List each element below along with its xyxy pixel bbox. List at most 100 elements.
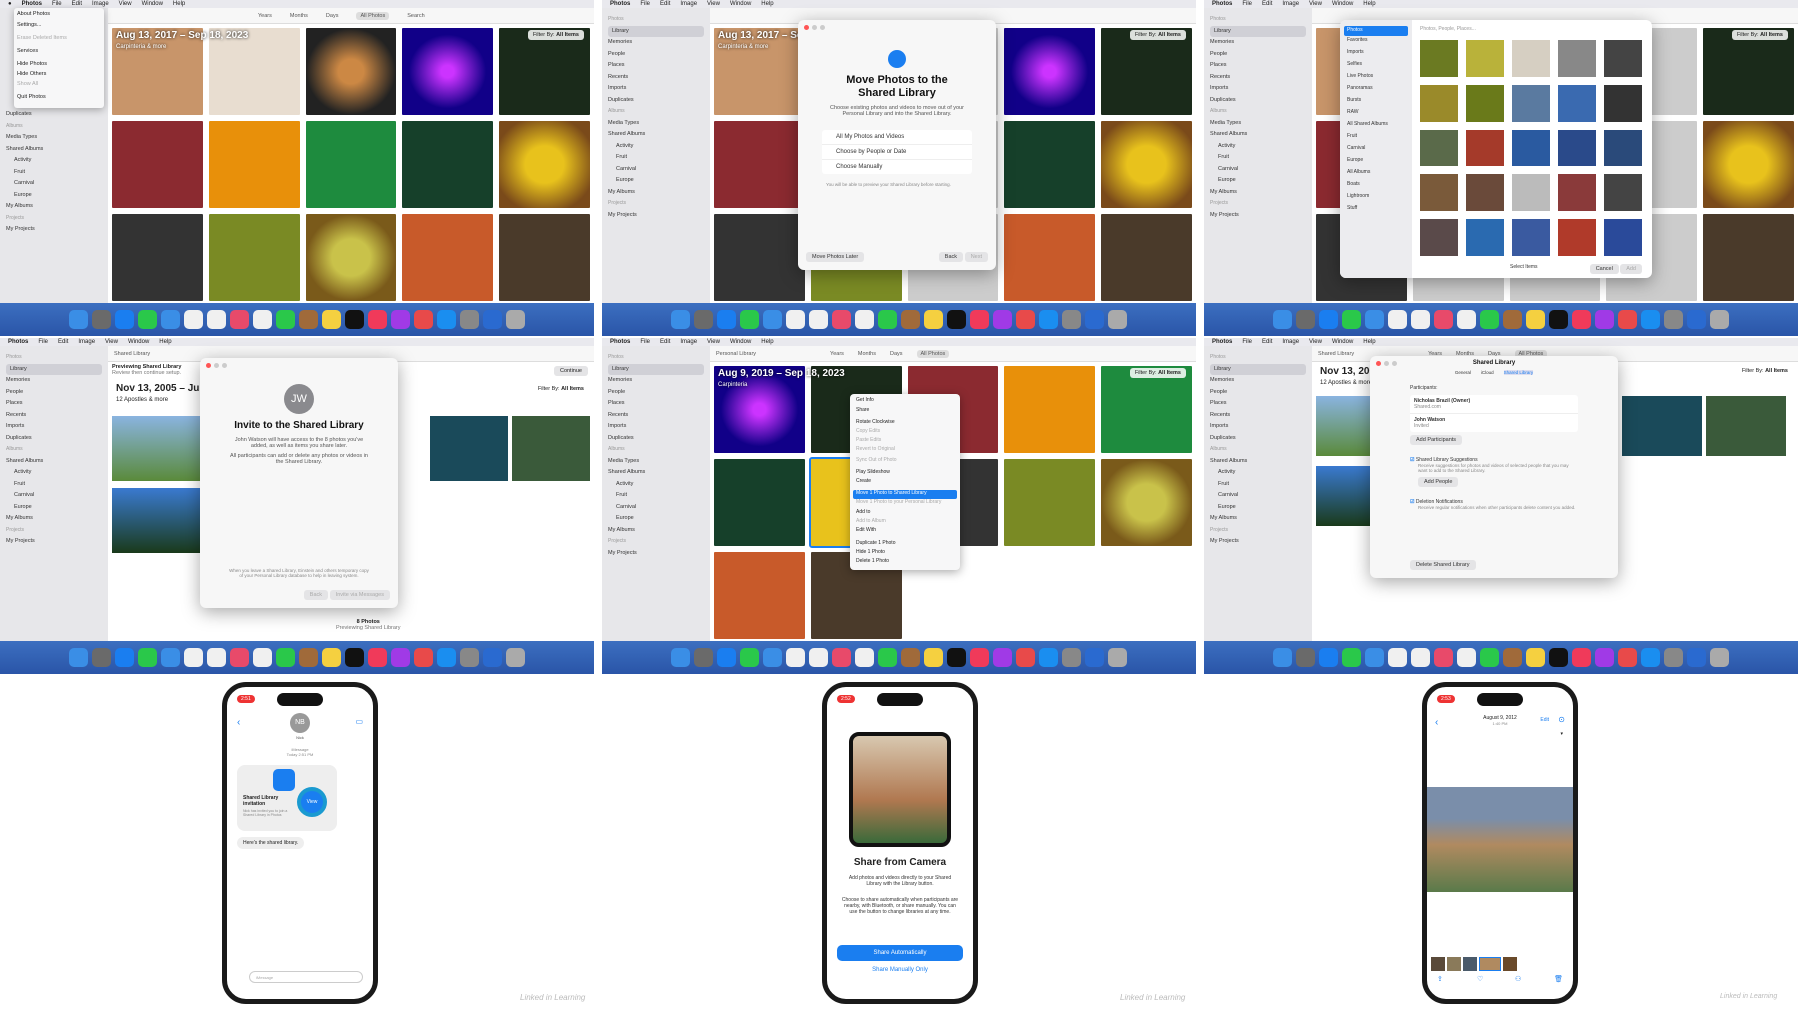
photo[interactable] xyxy=(714,214,805,301)
menu-window[interactable]: Window xyxy=(1332,339,1353,345)
photo[interactable] xyxy=(1703,121,1794,208)
filter-button[interactable]: Filter By: All Items xyxy=(1129,30,1186,40)
dock-app-icon[interactable] xyxy=(207,648,226,667)
dock-app-icon[interactable] xyxy=(414,648,433,667)
photo[interactable] xyxy=(1558,219,1596,256)
sidebar-item-places[interactable]: Places xyxy=(608,398,704,410)
dock-app-icon[interactable] xyxy=(1480,310,1499,329)
photo[interactable] xyxy=(305,121,397,208)
photo[interactable] xyxy=(112,488,202,553)
photo[interactable] xyxy=(112,121,203,208)
photo[interactable] xyxy=(1004,214,1096,301)
view-button[interactable]: View xyxy=(297,787,327,817)
dock-app-icon[interactable] xyxy=(230,648,249,667)
sidebar-item-my-albums[interactable]: My Albums xyxy=(6,513,102,525)
photo[interactable] xyxy=(1604,84,1642,122)
menu-photos[interactable]: Photos xyxy=(22,1,42,7)
dock-app-icon[interactable] xyxy=(1062,648,1081,667)
sidebar-item-europe[interactable]: Europe xyxy=(1210,175,1306,187)
sidebar-item-places[interactable]: Places xyxy=(1210,60,1306,72)
photo[interactable] xyxy=(1558,129,1596,167)
photo[interactable] xyxy=(208,214,300,301)
library-switcher[interactable]: Shared Library xyxy=(1318,351,1354,357)
dock-app-icon[interactable] xyxy=(993,310,1012,329)
menu-edit[interactable]: Edit xyxy=(660,1,670,7)
dock-app-icon[interactable] xyxy=(161,648,180,667)
photo[interactable] xyxy=(208,28,300,115)
sidebar-item-activity[interactable]: Activity xyxy=(1210,141,1306,153)
sidebar-item-library[interactable]: Library xyxy=(608,25,704,37)
dock-app-icon[interactable] xyxy=(391,310,410,329)
sidebar-item-imports[interactable]: Imports xyxy=(6,421,102,433)
dock-app-icon[interactable] xyxy=(460,648,479,667)
sidebar-item-people[interactable]: People xyxy=(1210,387,1306,399)
menu-edit[interactable]: Edit xyxy=(1262,1,1272,7)
edit-button[interactable]: Edit xyxy=(1540,717,1549,723)
photo[interactable] xyxy=(1420,40,1458,77)
sidebar-item-my-projects[interactable]: My Projects xyxy=(6,224,102,236)
thumbnail[interactable] xyxy=(1503,957,1517,971)
menu-file[interactable]: File xyxy=(1242,1,1252,7)
photo[interactable] xyxy=(112,416,202,481)
photo[interactable] xyxy=(1004,28,1096,115)
library-switcher[interactable]: Personal Library xyxy=(716,351,756,357)
photo[interactable] xyxy=(112,214,203,301)
sidebar-item-imports[interactable]: Imports xyxy=(608,83,704,95)
menu-window[interactable]: Window xyxy=(1332,1,1353,7)
photo[interactable] xyxy=(1420,84,1458,122)
photo[interactable] xyxy=(1604,174,1642,212)
menu-share[interactable]: Share xyxy=(853,407,957,419)
dock-app-icon[interactable] xyxy=(947,310,966,329)
sidebar-item-duplicates[interactable]: Duplicates xyxy=(608,433,704,445)
option-manually[interactable]: Choose Manually xyxy=(822,160,972,174)
sidebar-item-duplicates[interactable]: Duplicates xyxy=(1210,433,1306,445)
dock-app-icon[interactable] xyxy=(1641,310,1660,329)
picker-bursts[interactable]: Bursts xyxy=(1344,96,1408,108)
sidebar-item-library[interactable]: Library xyxy=(1210,25,1306,37)
dock-app-icon[interactable] xyxy=(855,648,874,667)
picker-fruit[interactable]: Fruit xyxy=(1344,132,1408,144)
sidebar-item-memories[interactable]: Memories xyxy=(1210,37,1306,49)
dock-app-icon[interactable] xyxy=(322,310,341,329)
sidebar-item-carnival[interactable]: Carnival xyxy=(6,178,102,190)
dock-app-icon[interactable] xyxy=(437,648,456,667)
sidebar-item-recents[interactable]: Recents xyxy=(1210,72,1306,84)
dock-app-icon[interactable] xyxy=(924,648,943,667)
photo[interactable] xyxy=(1703,28,1794,115)
menu-edit[interactable]: Edit xyxy=(58,339,68,345)
dock-app-icon[interactable] xyxy=(1503,648,1522,667)
sidebar-item-my-projects[interactable]: My Projects xyxy=(1210,210,1306,222)
dock-app-icon[interactable] xyxy=(368,310,387,329)
sidebar-item-duplicates[interactable]: Duplicates xyxy=(6,109,102,121)
photo[interactable] xyxy=(714,552,805,639)
share-manually-button[interactable]: Share Manually Only xyxy=(827,967,973,973)
dock-app-icon[interactable] xyxy=(947,648,966,667)
sidebar-item-my-projects[interactable]: My Projects xyxy=(1210,536,1306,548)
photo[interactable] xyxy=(402,214,494,301)
menu-slideshow[interactable]: Play Slideshow xyxy=(853,469,957,478)
continue-button[interactable]: Continue xyxy=(553,366,588,376)
sidebar-item-memories[interactable]: Memories xyxy=(608,37,704,49)
photo[interactable] xyxy=(1512,84,1550,122)
dock-app-icon[interactable] xyxy=(1618,310,1637,329)
tab-days[interactable]: Days xyxy=(890,351,903,357)
photo[interactable] xyxy=(1004,459,1096,546)
dock-app-icon[interactable] xyxy=(763,648,782,667)
dock-app-icon[interactable] xyxy=(993,648,1012,667)
sidebar-item-my-albums[interactable]: My Albums xyxy=(6,201,102,213)
sidebar-item-places[interactable]: Places xyxy=(608,60,704,72)
dock-app-icon[interactable] xyxy=(809,310,828,329)
sidebar-item-carnival[interactable]: Carnival xyxy=(1210,490,1306,502)
sidebar-item-media-types[interactable]: Media Types xyxy=(1210,118,1306,130)
dock-app-icon[interactable] xyxy=(901,648,920,667)
dock-app-icon[interactable] xyxy=(1526,310,1545,329)
filter-button[interactable]: Filter By: All Items xyxy=(538,386,584,392)
photo[interactable] xyxy=(1512,129,1550,167)
sidebar-item-media-types[interactable]: Media Types xyxy=(608,456,704,468)
dock-app-icon[interactable] xyxy=(1411,310,1430,329)
dock-app-icon[interactable] xyxy=(740,648,759,667)
menu-photos[interactable]: Photos xyxy=(610,339,630,345)
dock-app-icon[interactable] xyxy=(1434,310,1453,329)
photo[interactable] xyxy=(1466,219,1504,256)
filter-button[interactable]: Filter By: All Items xyxy=(1129,368,1186,378)
